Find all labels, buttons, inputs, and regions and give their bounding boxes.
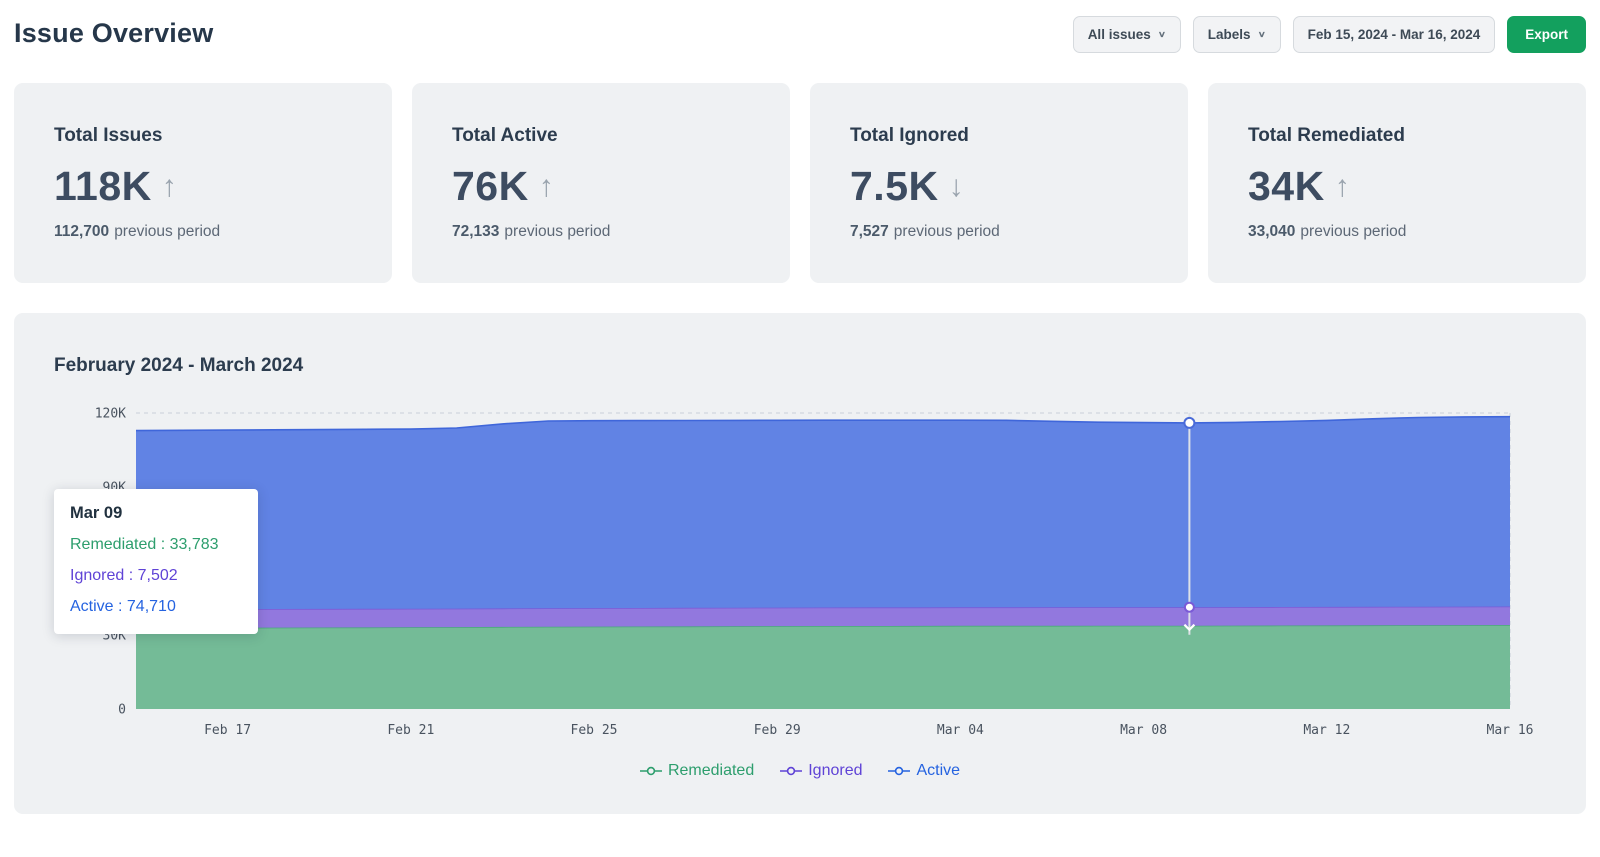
stat-previous-label: previous period — [114, 223, 220, 240]
all-issues-dropdown-label: All issues — [1088, 27, 1151, 42]
date-range-label: Feb 15, 2024 - Mar 16, 2024 — [1308, 27, 1481, 42]
labels-dropdown[interactable]: Labels ∨ — [1193, 16, 1281, 53]
legend-marker-icon — [640, 766, 662, 776]
tooltip-active-row: Active : 74,710 — [70, 598, 242, 616]
x-tick-label: Mar 04 — [937, 723, 984, 738]
crosshair-ignored-marker — [1185, 603, 1194, 612]
y-tick-label: 0 — [118, 703, 126, 718]
issues-stacked-area-chart[interactable]: 030K60K90K120KFeb 17Feb 21Feb 25Feb 29Ma… — [54, 403, 1546, 745]
x-tick-label: Feb 21 — [387, 723, 434, 738]
chart-title: February 2024 - March 2024 — [54, 355, 1546, 377]
stat-card-total-issues: Total Issues 118K ↑ 112,700 previous peri… — [14, 83, 392, 283]
stat-previous-value: 72,133 — [452, 223, 499, 240]
all-issues-dropdown[interactable]: All issues ∨ — [1073, 16, 1181, 53]
stat-previous: 72,133 previous period — [452, 223, 750, 241]
stat-label: Total Issues — [54, 125, 352, 147]
stat-card-total-active: Total Active 76K ↑ 72,133 previous period — [412, 83, 790, 283]
tooltip-ignored-row: Ignored : 7,502 — [70, 567, 242, 585]
stat-previous-value: 7,527 — [850, 223, 889, 240]
stat-card-total-ignored: Total Ignored 7.5K ↓ 7,527 previous perio… — [810, 83, 1188, 283]
tooltip-remediated-row: Remediated : 33,783 — [70, 536, 242, 554]
legend-label: Active — [916, 762, 960, 780]
x-tick-label: Feb 17 — [204, 723, 251, 738]
crosshair-active-marker — [1184, 418, 1194, 428]
legend-item-ignored[interactable]: Ignored — [780, 762, 862, 780]
trend-up-icon: ↑ — [539, 172, 554, 202]
trend-down-icon: ↓ — [949, 172, 964, 202]
x-tick-label: Mar 08 — [1120, 723, 1167, 738]
chart-legend: Remediated Ignored Active — [54, 762, 1546, 780]
stat-value: 118K — [54, 163, 152, 210]
stat-previous: 112,700 previous period — [54, 223, 352, 241]
stat-previous-value: 112,700 — [54, 223, 109, 240]
stat-value: 7.5K — [850, 163, 939, 210]
stat-card-total-remediated: Total Remediated 34K ↑ 33,040 previous pe… — [1208, 83, 1586, 283]
x-tick-label: Feb 29 — [754, 723, 801, 738]
legend-label: Remediated — [668, 762, 754, 780]
chart-tooltip: Mar 09 Remediated : 33,783 Ignored : 7,5… — [54, 489, 258, 634]
legend-item-remediated[interactable]: Remediated — [640, 762, 754, 780]
trend-up-icon: ↑ — [1335, 172, 1350, 202]
stat-previous-label: previous period — [894, 223, 1000, 240]
stat-value: 76K — [452, 163, 529, 210]
x-tick-label: Mar 16 — [1487, 723, 1534, 738]
legend-item-active[interactable]: Active — [888, 762, 960, 780]
labels-dropdown-label: Labels — [1208, 27, 1251, 42]
stat-label: Total Active — [452, 125, 750, 147]
x-tick-label: Mar 12 — [1303, 723, 1350, 738]
stat-previous-label: previous period — [1300, 223, 1406, 240]
page-header: Issue Overview All issues ∨ Labels ∨ Feb… — [14, 16, 1586, 53]
x-tick-label: Feb 25 — [571, 723, 618, 738]
stat-cards-row: Total Issues 118K ↑ 112,700 previous peri… — [14, 83, 1586, 283]
legend-label: Ignored — [808, 762, 862, 780]
stat-value: 34K — [1248, 163, 1325, 210]
chevron-down-icon: ∨ — [1258, 30, 1266, 40]
export-button[interactable]: Export — [1507, 16, 1586, 53]
chevron-down-icon: ∨ — [1158, 30, 1166, 40]
legend-marker-icon — [888, 766, 910, 776]
stat-previous: 7,527 previous period — [850, 223, 1148, 241]
date-range-picker[interactable]: Feb 15, 2024 - Mar 16, 2024 — [1293, 16, 1496, 53]
trend-up-icon: ↑ — [162, 172, 177, 202]
stat-label: Total Remediated — [1248, 125, 1546, 147]
stat-previous-value: 33,040 — [1248, 223, 1295, 240]
stat-label: Total Ignored — [850, 125, 1148, 147]
tooltip-date: Mar 09 — [70, 504, 242, 523]
chart-area: 030K60K90K120KFeb 17Feb 21Feb 25Feb 29Ma… — [54, 403, 1546, 750]
page-title: Issue Overview — [14, 16, 213, 49]
issues-chart-card: February 2024 - March 2024 030K60K90K120… — [14, 313, 1586, 814]
stat-previous-label: previous period — [504, 223, 610, 240]
y-tick-label: 120K — [95, 407, 126, 422]
legend-marker-icon — [780, 766, 802, 776]
toolbar: All issues ∨ Labels ∨ Feb 15, 2024 - Mar… — [1073, 16, 1586, 53]
stat-previous: 33,040 previous period — [1248, 223, 1546, 241]
